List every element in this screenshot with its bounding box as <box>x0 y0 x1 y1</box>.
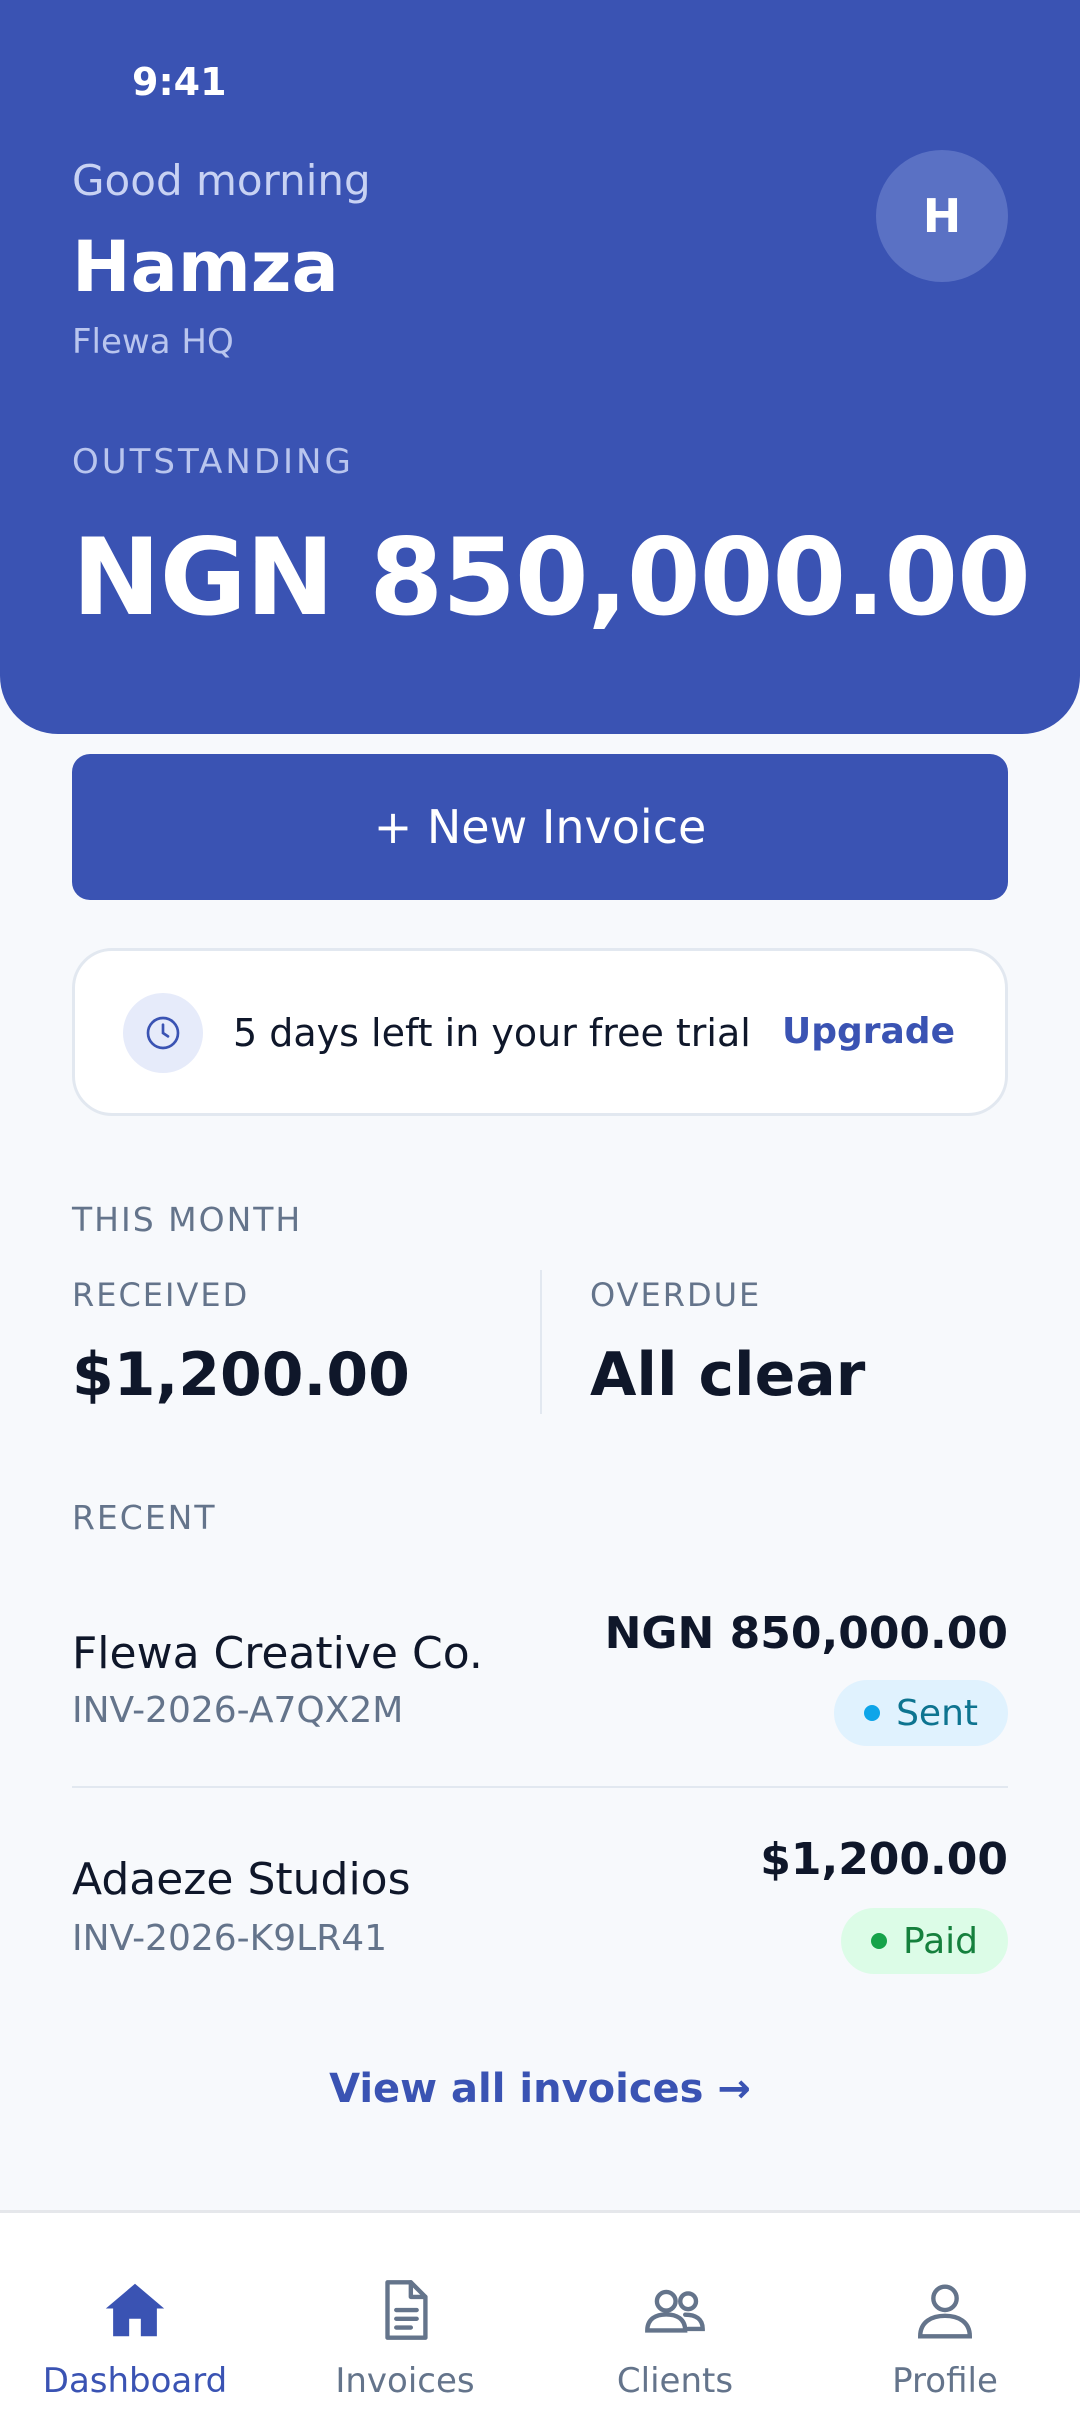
overdue-value: All clear <box>590 1340 866 1410</box>
upgrade-link[interactable]: Upgrade <box>782 1011 955 1052</box>
nav-item-dashboard[interactable]: Dashboard <box>0 2213 270 2436</box>
document-icon <box>370 2275 440 2345</box>
nav-label: Dashboard <box>42 2361 228 2401</box>
invoice-id: INV-2026-K9LR41 <box>72 1918 388 1959</box>
nav-item-profile[interactable]: Profile <box>810 2213 1080 2436</box>
nav-item-invoices[interactable]: Invoices <box>270 2213 540 2436</box>
received-label: RECEIVED <box>72 1276 250 1314</box>
outstanding-label: OUTSTANDING <box>72 442 354 482</box>
bottom-navigation: Dashboard Invoices Clients Profile <box>0 2210 1080 2436</box>
status-text: Paid <box>902 1920 978 1962</box>
recent-label: RECENT <box>72 1498 217 1537</box>
outstanding-amount: NGN 850,000.00 <box>72 516 1031 639</box>
greeting-text: Good morning <box>72 156 371 205</box>
status-dot <box>870 1933 887 1949</box>
status-badge: Sent <box>834 1680 1008 1746</box>
status-dot <box>864 1705 881 1721</box>
client-name: Adaeze Studios <box>72 1854 411 1905</box>
organization-name: Flewa HQ <box>72 322 234 362</box>
users-icon <box>640 2275 710 2345</box>
home-icon <box>100 2275 170 2345</box>
nav-label: Clients <box>616 2361 734 2401</box>
nav-label: Profile <box>892 2361 998 2401</box>
status-bar-time: 9:41 <box>132 60 227 104</box>
list-item[interactable]: Adaeze Studios INV-2026-K9LR41 $1,200.00… <box>72 1828 1008 1988</box>
avatar[interactable]: H <box>876 150 1008 282</box>
trial-message: 5 days left in your free trial <box>233 1011 751 1055</box>
overdue-label: OVERDUE <box>590 1276 762 1314</box>
clock-icon <box>123 993 203 1073</box>
this-month-label: THIS MONTH <box>72 1200 303 1239</box>
status-text: Sent <box>896 1692 978 1734</box>
dashboard-header: 9:41 Good morning Hamza Flewa HQ H OUTST… <box>0 0 1080 734</box>
user-name: Hamza <box>72 226 339 308</box>
stats-divider <box>540 1270 542 1414</box>
list-divider <box>72 1786 1008 1788</box>
invoice-id: INV-2026-A7QX2M <box>72 1690 404 1731</box>
invoice-amount: NGN 850,000.00 <box>604 1608 1008 1659</box>
invoice-amount: $1,200.00 <box>760 1834 1008 1885</box>
status-badge: Paid <box>840 1908 1008 1974</box>
received-value: $1,200.00 <box>72 1340 410 1410</box>
list-item[interactable]: Flewa Creative Co. INV-2026-A7QX2M NGN 8… <box>72 1600 1008 1760</box>
view-all-invoices-link[interactable]: View all invoices → <box>0 2066 1080 2112</box>
nav-item-clients[interactable]: Clients <box>540 2213 810 2436</box>
new-invoice-button[interactable]: + New Invoice <box>72 754 1008 900</box>
client-name: Flewa Creative Co. <box>72 1628 483 1679</box>
trial-banner: 5 days left in your free trial Upgrade <box>72 948 1008 1116</box>
nav-label: Invoices <box>335 2361 475 2401</box>
user-icon <box>910 2275 980 2345</box>
